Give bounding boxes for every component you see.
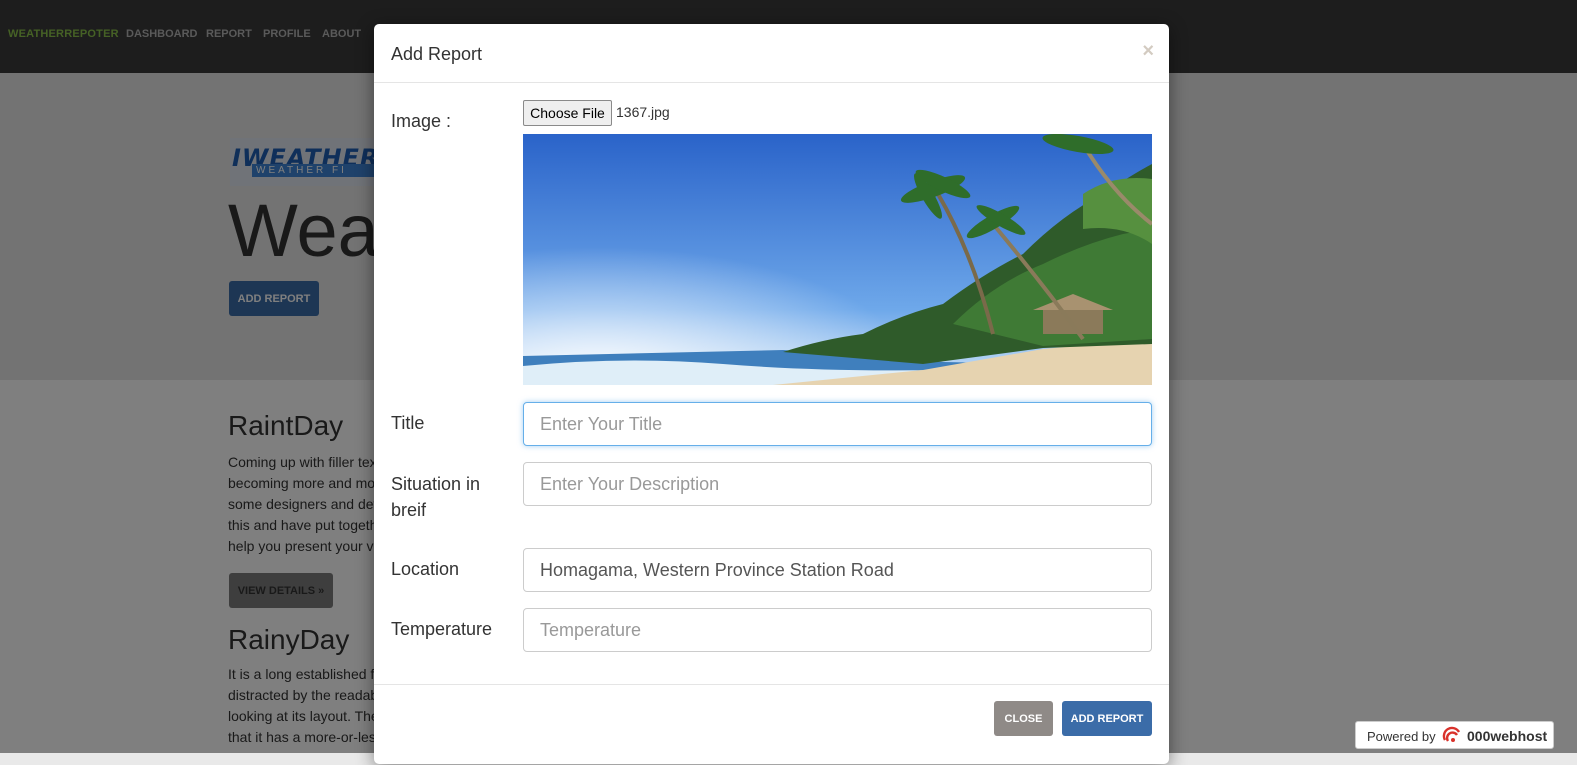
modal-title: Add Report — [391, 44, 483, 64]
add-report-button[interactable]: ADD REPORT — [1062, 701, 1152, 736]
modal-header: Add Report × — [374, 24, 1169, 83]
temperature-input[interactable] — [523, 608, 1152, 652]
close-button[interactable]: CLOSE — [994, 701, 1053, 736]
location-input[interactable] — [523, 548, 1152, 592]
close-icon[interactable]: × — [1142, 40, 1154, 63]
temperature-label: Temperature — [391, 619, 493, 639]
situation-label-line-2: breif — [391, 500, 427, 520]
title-input[interactable] — [523, 402, 1152, 446]
location-label: Location — [391, 559, 460, 579]
powered-by-text: Powered by — [1367, 729, 1436, 744]
situation-label: Situation in — [391, 474, 481, 494]
powered-by-badge[interactable]: Powered by 000webhost — [1355, 721, 1554, 749]
webhost-logo-icon — [1442, 726, 1461, 742]
powered-by-brand: 000webhost — [1467, 728, 1548, 744]
image-preview — [523, 134, 1152, 385]
add-report-modal: Add Report × Image : Choose File 1367.jp… — [374, 24, 1169, 764]
choose-file-button[interactable]: Choose File — [523, 100, 612, 126]
description-input[interactable] — [523, 462, 1152, 506]
image-label: Image : — [391, 111, 452, 131]
title-label: Title — [391, 413, 425, 433]
file-name: 1367.jpg — [616, 104, 670, 120]
